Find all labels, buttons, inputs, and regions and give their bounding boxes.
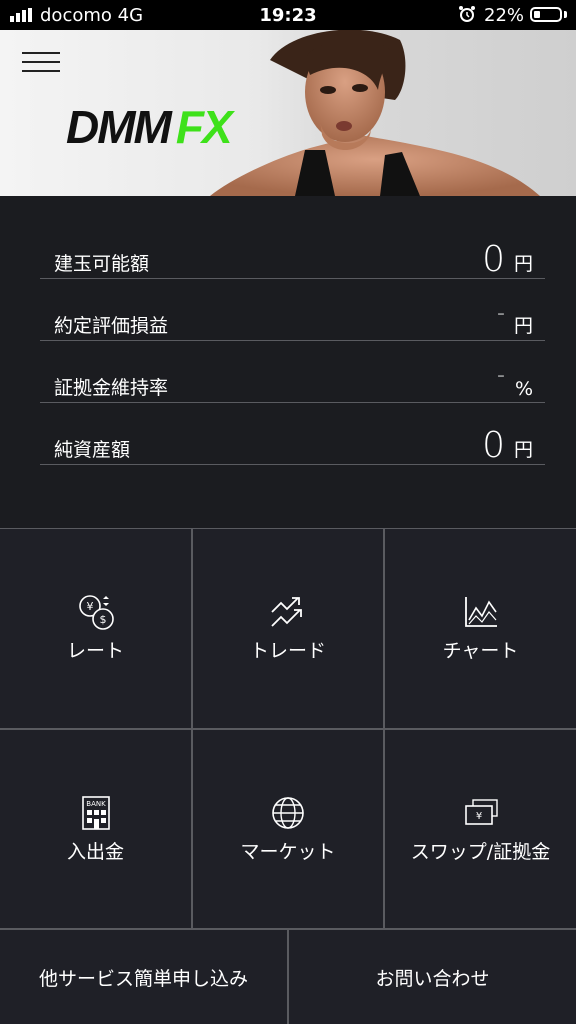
row-unit: 円 — [513, 253, 533, 275]
row-value: 0 — [482, 425, 505, 466]
menu-rate-button[interactable]: ¥ $ レート — [0, 529, 191, 728]
row-unit: % — [514, 378, 533, 400]
account-summary: 建玉可能額 0 円 約定評価損益 - 円 証拠金維持率 - % 純資産額 0 円 — [0, 196, 576, 528]
contact-us-button[interactable]: お問い合わせ — [289, 930, 576, 1024]
status-bar: docomo 4G 19:23 22% — [0, 0, 576, 30]
row-label: 純資産額 — [54, 439, 131, 461]
menu-swap-margin-button[interactable]: ¥ スワップ/証拠金 — [385, 730, 576, 928]
menu-deposit-withdraw-button[interactable]: BANK 入出金 — [0, 730, 191, 928]
menu-label: 入出金 — [66, 840, 124, 863]
alarm-icon — [458, 5, 476, 28]
main-menu-grid: ¥ $ レート トレード チャート BANK 入出金 マーケット ¥ スワップ/… — [0, 528, 576, 1024]
menu-label: マーケット — [240, 840, 336, 863]
menu-label: スワップ/証拠金 — [410, 840, 551, 863]
menu-trade-button[interactable]: トレード — [193, 529, 383, 728]
trade-arrows-icon — [271, 597, 302, 627]
row-label: 約定評価損益 — [54, 315, 169, 337]
menu-label: トレード — [249, 640, 326, 662]
row-value: - — [497, 363, 505, 388]
other-services-apply-button[interactable]: 他サービス簡単申し込み — [0, 930, 287, 1024]
dmm-fx-logo: DMM FX — [66, 101, 233, 153]
battery-tip — [564, 11, 567, 18]
svg-text:¥: ¥ — [86, 600, 93, 613]
yen-banknote-icon: ¥ — [464, 798, 498, 825]
svg-text:$: $ — [99, 613, 106, 626]
row-value: 0 — [482, 239, 505, 280]
bank-icon: BANK — [81, 795, 110, 830]
menu-label: お問い合わせ — [375, 967, 490, 990]
model-photo — [210, 30, 540, 196]
battery-percent: 22% — [484, 5, 525, 26]
menu-market-button[interactable]: マーケット — [193, 730, 383, 928]
yen-dollar-exchange-icon: ¥ $ — [78, 595, 114, 630]
menu-label: レート — [66, 640, 124, 662]
row-value: - — [497, 301, 505, 326]
hamburger-menu-icon[interactable] — [22, 52, 60, 74]
menu-label: チャート — [442, 640, 519, 662]
header-banner: DMM FX — [0, 30, 576, 196]
summary-row-net-assets: 純資産額 0 円 — [40, 402, 545, 466]
svg-text:BANK: BANK — [86, 800, 106, 808]
row-unit: 円 — [513, 439, 533, 461]
row-label: 建玉可能額 — [54, 253, 150, 275]
chart-icon — [464, 597, 497, 627]
row-label: 証拠金維持率 — [54, 377, 169, 399]
menu-label: 他サービス簡単申し込み — [38, 967, 248, 990]
summary-row-available-margin: 建玉可能額 0 円 — [40, 216, 545, 280]
summary-row-margin-ratio: 証拠金維持率 - % — [40, 340, 545, 403]
menu-chart-button[interactable]: チャート — [385, 529, 576, 728]
svg-text:¥: ¥ — [475, 811, 481, 822]
summary-row-unrealized-pl: 約定評価損益 - 円 — [40, 278, 545, 341]
battery-icon — [530, 7, 562, 22]
globe-icon — [272, 796, 304, 829]
row-unit: 円 — [513, 315, 533, 337]
